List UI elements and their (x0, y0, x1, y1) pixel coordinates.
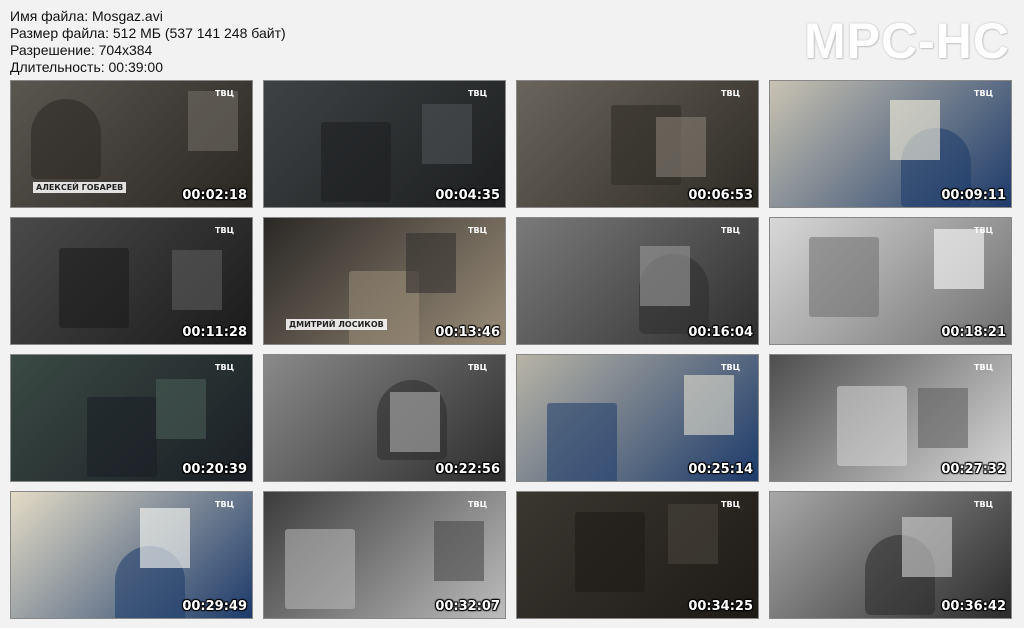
thumbnail-timestamp: 00:20:39 (182, 462, 247, 477)
thumbnail-timestamp: 00:25:14 (688, 462, 753, 477)
thumbnail-timestamp: 00:11:28 (182, 325, 247, 340)
file-size: Размер файла: 512 МБ (537 141 248 байт) (10, 25, 286, 41)
frame-shape (668, 504, 718, 564)
video-thumbnail[interactable]: ТВЦ 00:22:56 (263, 354, 506, 482)
channel-logo: ТВЦ (468, 226, 487, 235)
channel-logo: ТВЦ (974, 89, 993, 98)
frame-shape (934, 229, 984, 289)
video-thumbnail[interactable]: ТВЦ 00:11:28 (10, 217, 253, 345)
video-thumbnail[interactable]: ТВЦ 00:04:35 (263, 80, 506, 208)
frame-shape (684, 375, 734, 435)
channel-logo: ТВЦ (721, 500, 740, 509)
name-caption: ДМИТРИЙ ЛОСИКОВ (286, 319, 387, 330)
thumbnail-timestamp: 00:27:32 (941, 462, 1006, 477)
thumbnail-timestamp: 00:13:46 (435, 325, 500, 340)
frame-shape (575, 512, 645, 592)
thumbnail-timestamp: 00:29:49 (182, 599, 247, 614)
frame-shape (422, 104, 472, 164)
frame-shape (390, 392, 440, 452)
thumbnail-timestamp: 00:18:21 (941, 325, 1006, 340)
frame-shape (285, 529, 355, 609)
video-thumbnail[interactable]: ТВЦ 00:32:07 (263, 491, 506, 619)
file-name: Имя файла: Mosgaz.avi (10, 8, 163, 24)
thumbnail-timestamp: 00:09:11 (941, 188, 1006, 203)
frame-shape (156, 379, 206, 439)
video-thumbnail[interactable]: ТВЦ 00:06:53 (516, 80, 759, 208)
channel-logo: ТВЦ (721, 226, 740, 235)
channel-logo: ТВЦ (215, 363, 234, 372)
thumbnail-timestamp: 00:02:18 (182, 188, 247, 203)
video-thumbnail[interactable]: ТВЦ 00:36:42 (769, 491, 1012, 619)
frame-shape (640, 246, 690, 306)
name-caption: АЛЕКСЕЙ ГОБАРЕВ (33, 182, 127, 193)
frame-shape (837, 386, 907, 466)
channel-logo: ТВЦ (468, 363, 487, 372)
video-thumbnail[interactable]: ТВЦ 00:29:49 (10, 491, 253, 619)
frame-shape (656, 117, 706, 177)
channel-logo: ТВЦ (974, 363, 993, 372)
frame-shape (434, 521, 484, 581)
channel-logo: ТВЦ (974, 500, 993, 509)
frame-shape (902, 517, 952, 577)
thumbnail-timestamp: 00:16:04 (688, 325, 753, 340)
thumbnail-timestamp: 00:04:35 (435, 188, 500, 203)
file-info-panel: Имя файла: Mosgaz.avi Размер файла: 512 … (10, 8, 286, 76)
frame-shape (321, 122, 391, 202)
player-watermark-logo: MPC-HC (804, 13, 1010, 69)
video-thumbnail[interactable]: ТВЦ ДМИТРИЙ ЛОСИКОВ 00:13:46 (263, 217, 506, 345)
video-thumbnail[interactable]: ТВЦ 00:16:04 (516, 217, 759, 345)
thumbnail-timestamp: 00:22:56 (435, 462, 500, 477)
video-thumbnail[interactable]: ТВЦ 00:25:14 (516, 354, 759, 482)
file-resolution: Разрешение: 704x384 (10, 42, 153, 58)
frame-shape (87, 397, 157, 477)
channel-logo: ТВЦ (215, 500, 234, 509)
frame-shape (31, 99, 101, 179)
thumbnail-timestamp: 00:36:42 (941, 599, 1006, 614)
frame-shape (547, 403, 617, 481)
channel-logo: ТВЦ (974, 226, 993, 235)
frame-shape (140, 508, 190, 568)
channel-logo: ТВЦ (215, 89, 234, 98)
frame-shape (890, 100, 940, 160)
file-duration: Длительность: 00:39:00 (10, 59, 164, 75)
channel-logo: ТВЦ (721, 363, 740, 372)
video-thumbnail[interactable]: ТВЦ 00:18:21 (769, 217, 1012, 345)
channel-logo: ТВЦ (215, 226, 234, 235)
channel-logo: ТВЦ (468, 89, 487, 98)
video-thumbnail[interactable]: ТВЦ 00:27:32 (769, 354, 1012, 482)
thumbnail-timestamp: 00:06:53 (688, 188, 753, 203)
frame-shape (406, 233, 456, 293)
channel-logo: ТВЦ (721, 89, 740, 98)
video-thumbnail[interactable]: ТВЦ 00:20:39 (10, 354, 253, 482)
thumbnail-timestamp: 00:32:07 (435, 599, 500, 614)
frame-shape (809, 237, 879, 317)
thumbnail-timestamp: 00:34:25 (688, 599, 753, 614)
video-thumbnail[interactable]: ТВЦ АЛЕКСЕЙ ГОБАРЕВ 00:02:18 (10, 80, 253, 208)
video-thumbnail[interactable]: ТВЦ 00:09:11 (769, 80, 1012, 208)
thumbnail-grid: ТВЦ АЛЕКСЕЙ ГОБАРЕВ 00:02:18 ТВЦ 00:04:35 ТВЦ… (10, 80, 1014, 619)
frame-shape (188, 91, 238, 151)
video-thumbnail[interactable]: ТВЦ 00:34:25 (516, 491, 759, 619)
frame-shape (172, 250, 222, 310)
frame-shape (59, 248, 129, 328)
frame-shape (918, 388, 968, 448)
channel-logo: ТВЦ (468, 500, 487, 509)
